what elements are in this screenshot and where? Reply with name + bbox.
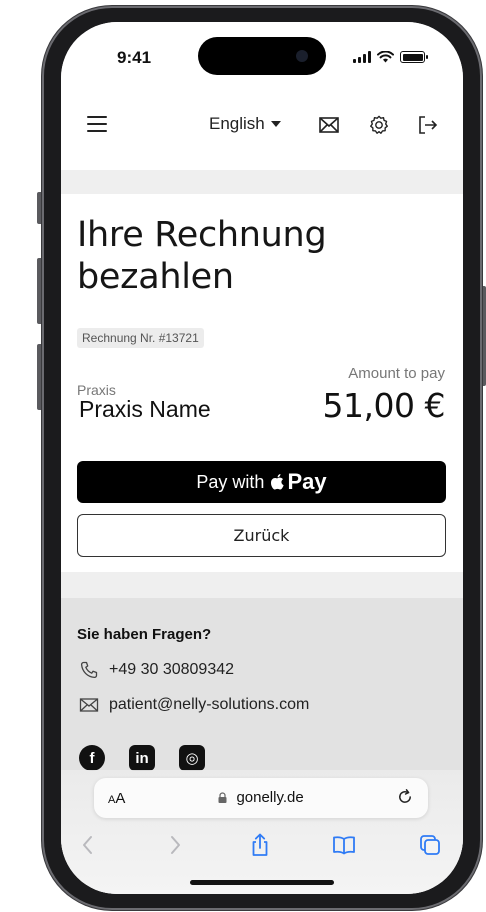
amount-label: Amount to pay [348,365,445,382]
app-header: English [61,92,463,170]
mail-icon [79,698,99,712]
mail-icon[interactable] [318,114,340,136]
browser-nav-row [61,830,463,860]
instagram-icon[interactable]: ◎ [179,745,205,771]
stage: 9:41 English Ihre Rechnung bezahlen Rech… [0,0,486,912]
facebook-icon[interactable]: f [79,745,105,771]
url-text: gonelly.de [236,789,304,806]
tabs-icon[interactable] [417,832,443,858]
wifi-icon [377,51,394,63]
linkedin-icon[interactable]: in [129,745,155,771]
language-label: English [209,114,265,133]
apple-pay-brand: Pay [287,469,327,494]
page-title: Ihre Rechnung bezahlen [77,215,327,297]
apple-pay-button[interactable]: Pay with Pay [77,461,446,503]
dynamic-island [198,37,326,75]
email-contact[interactable]: patient@nelly-solutions.com [79,695,309,715]
browser-toolbar: AA gonelly.de [61,770,463,894]
language-select[interactable]: English [209,114,281,134]
status-icons [353,51,428,63]
invoice-number-badge: Rechnung Nr. #13721 [77,328,204,348]
camera-icon [296,50,308,62]
hamburger-menu-icon[interactable] [87,116,107,132]
back-button[interactable]: Zurück [77,514,446,557]
help-title: Sie haben Fragen? [77,626,212,643]
battery-icon [400,51,428,63]
phone-number: +49 30 30809342 [109,661,235,678]
social-links: f in ◎ [79,745,205,771]
bookmarks-icon[interactable] [331,832,357,858]
phone-screen: 9:41 English Ihre Rechnung bezahlen Rech… [61,22,463,894]
forward-icon[interactable] [162,832,188,858]
logout-icon[interactable] [417,114,439,136]
address-bar[interactable]: AA gonelly.de [94,778,428,818]
url-display: gonelly.de [94,789,428,806]
share-icon[interactable] [247,832,273,858]
email-address: patient@nelly-solutions.com [109,696,310,713]
reload-icon[interactable] [396,788,414,806]
payment-card: Ihre Rechnung bezahlen Rechnung Nr. #137… [61,194,463,572]
apple-logo-icon [271,474,285,490]
status-bar: 9:41 [61,22,463,92]
cellular-signal-icon [353,51,371,63]
status-time: 9:41 [117,48,152,67]
caret-down-icon [270,121,281,127]
home-indicator[interactable] [190,880,334,885]
amount-value: 51,00 € [322,386,446,425]
phone-contact[interactable]: +49 30 30809342 [79,660,234,680]
settings-gear-icon[interactable] [368,114,390,136]
praxis-name: Praxis Name [79,396,211,422]
section-spacer [61,170,463,194]
lock-icon [218,792,227,803]
apple-pay-prefix: Pay with [196,471,265,492]
phone-icon [80,661,98,679]
section-spacer [61,572,463,598]
back-icon[interactable] [75,832,101,858]
